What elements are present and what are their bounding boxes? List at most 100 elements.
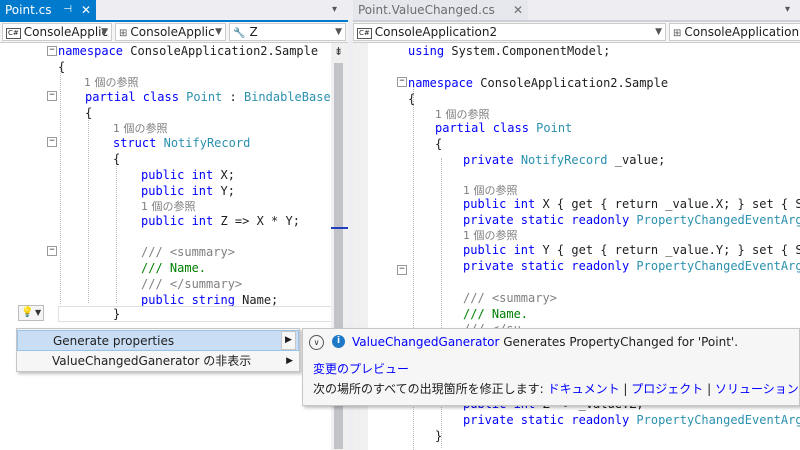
tab-label: Point.cs [5, 3, 52, 17]
project-dropdown[interactable]: C# ConsoleApplication2 ▼ [353, 23, 666, 41]
code-line: /// </summary> [141, 277, 243, 291]
code-line: private static readonly PropertyChangedE… [463, 259, 800, 273]
collapse-icon[interactable]: − [47, 137, 57, 147]
fix-all-project-link[interactable]: プロジェクト [631, 382, 703, 396]
code-line: partial class Point : BindableBase [85, 90, 331, 104]
chevron-down-icon: ▼ [655, 27, 662, 37]
type-dropdown[interactable]: ⊞ ConsoleApplication2 [669, 23, 800, 41]
codelens-references[interactable]: 1 個の参照 [84, 75, 139, 90]
code-line: using System.ComponentModel; [408, 44, 611, 58]
close-icon[interactable]: ✕ [81, 0, 91, 20]
menu-item-label: ValueChangedGanerator の非表示 [52, 354, 252, 368]
codelens-references[interactable]: 1 個の参照 [113, 121, 168, 136]
info-icon: i [332, 335, 345, 348]
tab-point-valuechanged-cs[interactable]: Point.ValueChanged.cs ✕ [353, 0, 528, 20]
chevron-down-icon: ▼ [35, 308, 42, 317]
code-line: /// <summary> [463, 291, 557, 305]
code-line: partial class Point [435, 121, 573, 135]
fix-all-solution-link[interactable]: ソリューション [715, 382, 799, 396]
lightbulb-button[interactable]: 💡 ▼ [18, 305, 44, 321]
collapse-icon[interactable]: − [397, 265, 407, 275]
code-line: struct NotifyRecord [113, 136, 251, 150]
csharp-project-icon: C# [6, 28, 21, 39]
fix-all-label: 次の場所のすべての出現箇所を修正します: [313, 382, 544, 396]
type-dropdown-value: ConsoleApplication2 [684, 25, 800, 39]
code-line: /// Name. [463, 307, 529, 321]
code-line: namespace ConsoleApplication2.Sample [58, 44, 319, 58]
chevron-down-icon: ▼ [101, 27, 108, 37]
pin-icon[interactable]: ⊣ [63, 0, 72, 20]
tab-overflow-icon[interactable]: ▾ [332, 0, 337, 20]
left-gutter [0, 43, 18, 450]
code-line: public int Y; [141, 184, 235, 198]
code-line: { [58, 60, 66, 74]
type-dropdown[interactable]: ⊞ ConsoleApplic ▼ [115, 23, 226, 41]
code-line: } [113, 307, 121, 321]
code-line: { [435, 137, 443, 151]
left-navigation-bar: C# ConsoleApplic ▼ ⊞ ConsoleApplic ▼ 🔧 Z ▼ [0, 22, 348, 43]
separator: | [623, 382, 628, 396]
diagnostic-text: Generates PropertyChanged for 'Point'. [499, 335, 739, 349]
preview-changes-link[interactable]: 変更のプレビュー [313, 361, 409, 377]
analyzer-id-link[interactable]: ValueChangedGanerator [352, 335, 499, 349]
member-dropdown-value: Z [249, 25, 258, 39]
class-icon: ⊞ [119, 28, 128, 39]
project-dropdown[interactable]: C# ConsoleApplic ▼ [2, 23, 112, 41]
right-navigation-bar: C# ConsoleApplication2 ▼ ⊞ ConsoleApplicat… [353, 22, 800, 43]
tab-point-cs[interactable]: Point.cs ⊣ ✕ [0, 0, 96, 20]
code-line: /// <summary> [141, 245, 235, 259]
diagnostic-message: ValueChangedGanerator Generates Property… [352, 334, 738, 350]
split-icon[interactable]: ⇟ [334, 45, 343, 58]
code-line: { [113, 152, 121, 166]
preview-changes-label: 変更のプレビュー [313, 362, 410, 376]
current-line-highlight [58, 306, 348, 322]
codelens-references[interactable]: 1 個の参照 [141, 199, 196, 214]
codelens-references[interactable]: 1 個の参照 [463, 228, 518, 243]
code-line: public int X; [141, 168, 235, 182]
lightbulb-icon: 💡 [21, 307, 34, 318]
submenu-arrow-icon[interactable]: ▶ [281, 331, 296, 350]
collapse-icon[interactable]: − [47, 246, 57, 256]
separator: | [707, 382, 712, 396]
left-editor-pane: Point.cs ⊣ ✕ ▾ C# ConsoleApplic ▼ ⊞ Consol… [0, 0, 348, 450]
code-line: private static readonly PropertyChangedE… [463, 213, 800, 227]
fix-all-document-link[interactable]: ドキュメント [548, 382, 620, 396]
code-line: } [435, 429, 443, 443]
member-dropdown[interactable]: 🔧 Z ▼ [229, 23, 346, 41]
right-tab-strip: Point.ValueChanged.cs ✕ ▾ [353, 0, 800, 20]
menu-item-generate-properties[interactable]: Generate properties ▶ [17, 330, 299, 351]
code-line: { [408, 92, 416, 106]
collapse-icon[interactable]: − [47, 46, 57, 56]
code-line: namespace ConsoleApplication2.Sample [408, 76, 669, 90]
project-dropdown-value: ConsoleApplic [23, 25, 109, 39]
code-line: public int X { get { return _value.X; } … [463, 197, 800, 211]
type-dropdown-value: ConsoleApplic [130, 25, 215, 39]
chevron-down-icon: ▼ [335, 27, 342, 37]
code-line: /// Name. [141, 261, 207, 275]
collapse-icon[interactable]: − [47, 91, 57, 101]
menu-item-hide-analyzer[interactable]: ValueChangedGanerator の非表示 ▶ [17, 351, 299, 372]
close-icon[interactable]: ✕ [513, 0, 523, 20]
expand-chevron-icon[interactable]: ∨ [309, 335, 324, 350]
csharp-project-icon: C# [357, 28, 372, 39]
collapse-icon[interactable]: − [397, 77, 407, 87]
left-tab-strip: Point.cs ⊣ ✕ ▾ [0, 0, 348, 20]
preview-panel: ∨ i ValueChangedGanerator Generates Prop… [302, 328, 800, 406]
code-line: public int Y { get { return _value.Y; } … [463, 243, 800, 257]
code-line: { [85, 106, 93, 120]
fix-all-row: 次の場所のすべての出現箇所を修正します: ドキュメント | プロジェクト | ソ… [313, 381, 799, 397]
left-code-editor[interactable]: − − − − namespace ConsoleApplication2.Sa… [0, 43, 348, 450]
project-dropdown-value: ConsoleApplication2 [374, 25, 498, 39]
wrench-icon: 🔧 [233, 28, 246, 39]
class-icon: ⊞ [673, 28, 682, 39]
tab-overflow-icon[interactable]: ▾ [785, 0, 790, 20]
code-line: public int Z => X * Y; [141, 214, 300, 228]
chevron-down-icon: ▼ [215, 27, 222, 37]
scroll-position-marker [331, 227, 348, 229]
menu-item-label: Generate properties [53, 334, 175, 348]
code-line: private NotifyRecord _value; [463, 153, 666, 167]
submenu-arrow-icon: ▶ [286, 356, 293, 366]
code-line: private static readonly PropertyChangedE… [463, 413, 800, 427]
tab-label: Point.ValueChanged.cs [358, 3, 495, 17]
quick-actions-menu: Generate properties ▶ ValueChangedGanera… [16, 328, 300, 372]
